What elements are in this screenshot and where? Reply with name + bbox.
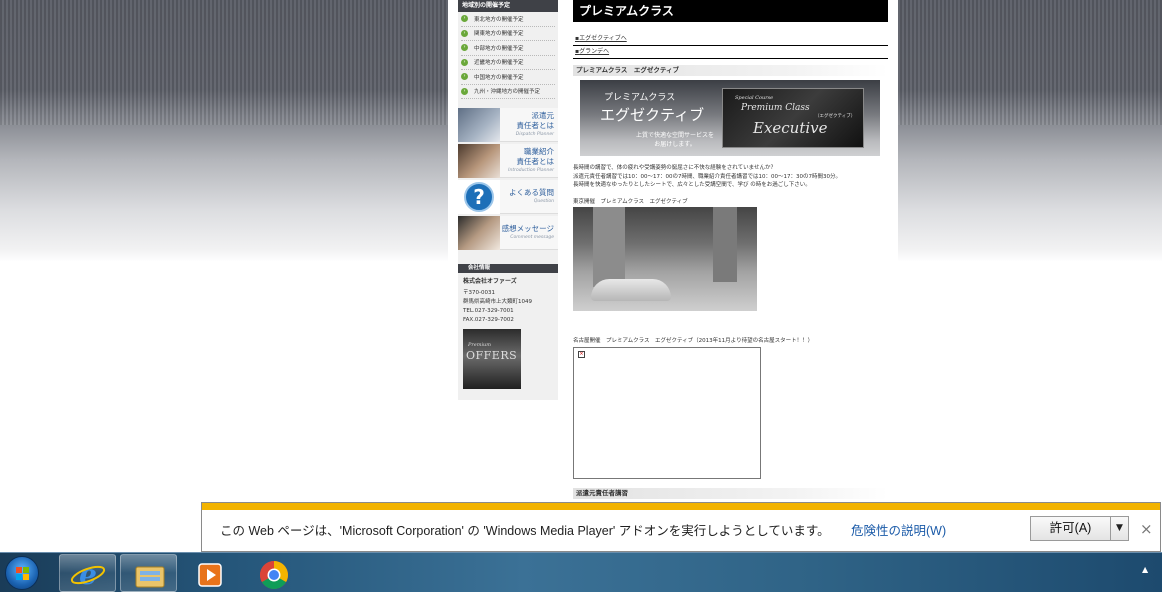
banner-faq[interactable]: ? よくある質問 Question	[458, 179, 558, 214]
company-address: 群馬県高崎市上大類町1049	[463, 299, 532, 305]
section-heading-dispatch: 派遣元責任者講習	[573, 487, 888, 499]
section-heading-executive: プレミアムクラス エグゼクティブ	[573, 65, 888, 76]
schedule-item-kyushu[interactable]: › 九州・沖縄地方の開催予定	[461, 85, 555, 99]
executive-description: 長時間の講習で、体の疲れや受講姿勢の窮屈さに不快な経験をされていませんか？ 派遣…	[573, 165, 841, 188]
handshake-photo	[458, 143, 500, 178]
media-player-embed[interactable]: ×	[573, 346, 761, 479]
arrow-right-icon: ›	[461, 58, 468, 66]
allow-button[interactable]: 許可(A)	[1030, 516, 1111, 541]
anchor-links: ▪エグゼクティブへ ▪グランデへ	[573, 33, 888, 59]
close-icon[interactable]: ×	[1140, 521, 1153, 537]
company-tel: TEL.027-329-7001	[463, 308, 514, 314]
schedule-list: › 東北地方の開催予定 › 関東地方の開催予定 › 中部地方の開催予定 › 近畿地方の開…	[458, 12, 558, 99]
broken-image-icon: ×	[578, 350, 585, 358]
taskbar-internet-explorer[interactable]: e	[59, 554, 116, 592]
arrow-right-icon: ›	[461, 87, 468, 95]
premium-class-plate: Special Course Premium Class Executive （…	[722, 88, 864, 148]
link-grande[interactable]: ▪グランデへ	[573, 46, 888, 59]
question-icon: ?	[464, 181, 494, 212]
schedule-item-tohoku[interactable]: › 東北地方の開催予定	[461, 12, 555, 27]
link-executive[interactable]: ▪エグゼクティブへ	[573, 33, 888, 46]
schedule-item-chubu[interactable]: › 中部地方の開催予定	[461, 41, 555, 56]
company-name: 株式会社オファーズ	[463, 278, 517, 285]
company-info: 株式会社オファーズ 〒370-0031 群馬県高崎市上大類町1049 TEL.0…	[458, 273, 558, 393]
arrow-right-icon: ›	[461, 44, 468, 52]
notification-message: この Web ページは、'Microsoft Corporation' の 'W…	[220, 524, 830, 538]
banner-dispatch-planner[interactable]: 派遣元 責任者とは Dispatch Planner	[458, 107, 558, 142]
company-postal: 〒370-0031	[463, 290, 495, 296]
schedule-item-chugoku[interactable]: › 中国地方の開催予定	[461, 70, 555, 85]
caption-tokyo: 東京開催 プレミアムクラス エグゼクティブ	[573, 198, 688, 205]
left-sidebar: 地域別の開催予定 › 東北地方の開催予定 › 関東地方の開催予定 › 中部地方の開催予…	[458, 0, 558, 400]
internet-explorer-icon: e	[70, 558, 106, 591]
schedule-heading: 地域別の開催予定	[458, 0, 558, 12]
media-player-icon	[198, 563, 222, 587]
businessmen-photo	[458, 107, 500, 142]
tokyo-venue-photo	[573, 206, 757, 311]
caption-nagoya: 名古屋開催 プレミアムクラス エグゼクティブ（2013年11月より待望の名古屋ス…	[573, 337, 814, 344]
website-content: 地域別の開催予定 › 東北地方の開催予定 › 関東地方の開催予定 › 中部地方の開催予…	[448, 0, 898, 552]
company-heading: 会社情報	[458, 264, 558, 273]
banner-introduction-planner[interactable]: 職業紹介 責任者とは Introduction Planner	[458, 143, 558, 178]
arrow-right-icon: ›	[461, 73, 468, 81]
company-fax: FAX.027-329-7002	[463, 317, 514, 323]
taskbar-media-player[interactable]	[181, 554, 238, 592]
chrome-icon	[260, 561, 288, 589]
schedule-item-kinki[interactable]: › 近畿地方の開催予定	[461, 56, 555, 70]
windows-logo-icon	[16, 567, 30, 581]
executive-banner: プレミアムクラス エグゼクティブ 上質で快適な空間サービスを お届けします。 S…	[580, 80, 880, 156]
risk-explanation-link[interactable]: 危険性の説明(W)	[851, 520, 946, 539]
arrow-right-icon: ›	[461, 29, 468, 37]
operator-photo	[458, 215, 500, 250]
tray-expand-icon[interactable]: ▲	[1142, 565, 1148, 574]
taskbar-file-explorer[interactable]	[120, 554, 177, 592]
svg-text:e: e	[79, 558, 97, 591]
taskbar-chrome[interactable]	[245, 554, 302, 592]
start-button[interactable]	[5, 556, 39, 590]
addon-notification-bar: この Web ページは、'Microsoft Corporation' の 'W…	[201, 502, 1161, 552]
banner-comment-message[interactable]: 感想メッセージ Comment message	[458, 215, 558, 250]
notification-stripe	[202, 503, 1160, 510]
arrow-right-icon: ›	[461, 15, 468, 23]
main-content: プレミアムクラス ▪エグゼクティブへ ▪グランデへ プレミアムクラス エグゼクテ…	[573, 0, 888, 499]
folder-icon	[135, 566, 165, 588]
chevron-down-icon[interactable]: ▼	[1110, 516, 1129, 541]
schedule-item-kanto[interactable]: › 関東地方の開催予定	[461, 27, 555, 41]
offers-logo[interactable]: Premium OFFERS	[463, 329, 521, 389]
windows-taskbar: e	[0, 552, 1162, 592]
page-title: プレミアムクラス	[573, 0, 888, 22]
